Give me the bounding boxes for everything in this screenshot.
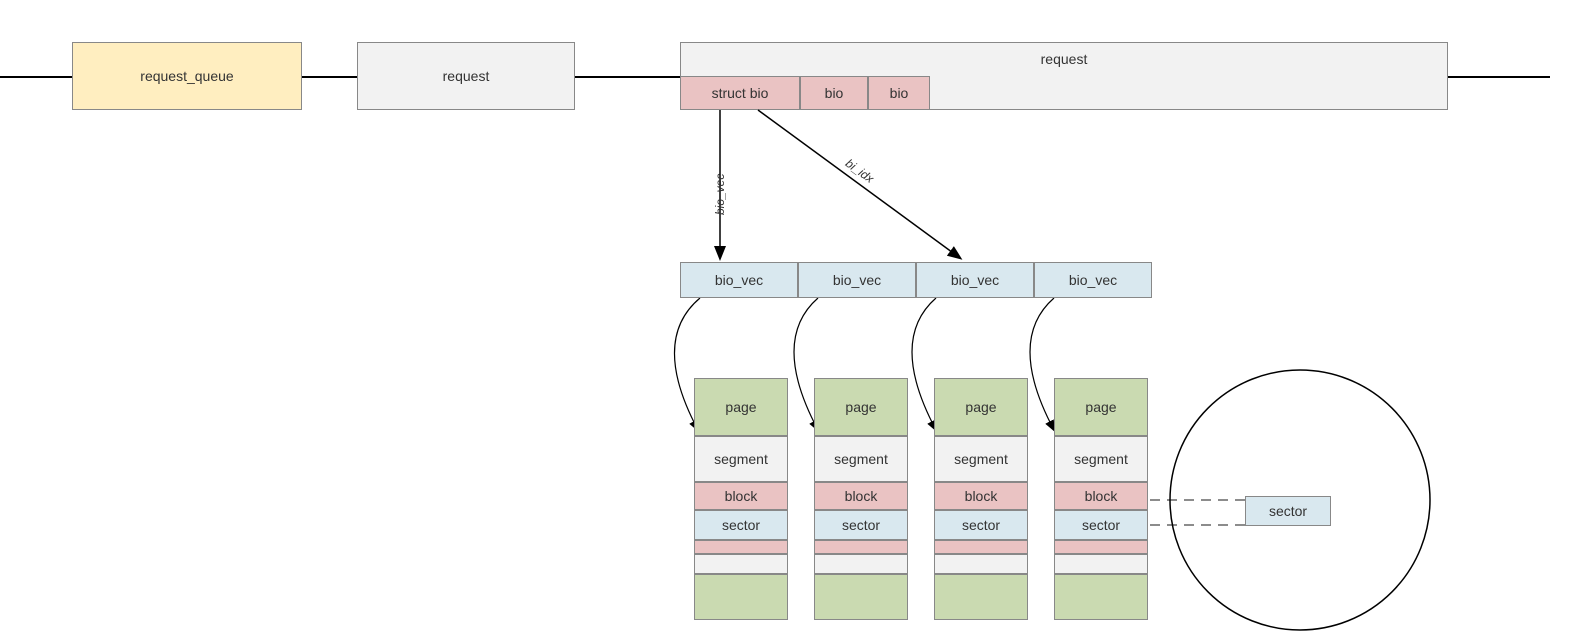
bio-vec-3-label: bio_vec bbox=[951, 272, 999, 288]
sector-box-1: sector bbox=[694, 510, 788, 540]
page-3-label: page bbox=[965, 399, 996, 415]
disk-sector-label: sector bbox=[1269, 503, 1307, 519]
sector-box-4: sector bbox=[1054, 510, 1148, 540]
bio-1-label: bio bbox=[825, 85, 844, 101]
page-box-3: page bbox=[934, 378, 1028, 436]
stripe-pink-2 bbox=[814, 540, 908, 554]
sector-box-2: sector bbox=[814, 510, 908, 540]
bio-vec-4-label: bio_vec bbox=[1069, 272, 1117, 288]
bio-vec-1-label: bio_vec bbox=[715, 272, 763, 288]
bio-vec-box-3: bio_vec bbox=[916, 262, 1034, 298]
block-1-label: block bbox=[725, 488, 758, 504]
stripe-green-4 bbox=[1054, 574, 1148, 620]
request-1-label: request bbox=[443, 68, 490, 84]
stripe-grey-2 bbox=[814, 554, 908, 574]
stripe-grey-3 bbox=[934, 554, 1028, 574]
struct-bio-label: struct bio bbox=[712, 85, 769, 101]
stripe-grey-4 bbox=[1054, 554, 1148, 574]
sector-4-label: sector bbox=[1082, 517, 1120, 533]
segment-3-label: segment bbox=[954, 451, 1008, 467]
page-box-4: page bbox=[1054, 378, 1148, 436]
segment-box-3: segment bbox=[934, 436, 1028, 482]
page-box-2: page bbox=[814, 378, 908, 436]
bio-box-2: bio bbox=[868, 76, 930, 110]
segment-box-1: segment bbox=[694, 436, 788, 482]
bio-vec-box-4: bio_vec bbox=[1034, 262, 1152, 298]
page-box-1: page bbox=[694, 378, 788, 436]
block-3-label: block bbox=[965, 488, 998, 504]
disk-sector-box: sector bbox=[1245, 496, 1331, 526]
stripe-green-3 bbox=[934, 574, 1028, 620]
bio-vec-arrow-label: bio_vec bbox=[713, 174, 727, 215]
stripe-green-1 bbox=[694, 574, 788, 620]
bio-vec-box-1: bio_vec bbox=[680, 262, 798, 298]
page-2-label: page bbox=[845, 399, 876, 415]
sector-3-label: sector bbox=[962, 517, 1000, 533]
segment-box-2: segment bbox=[814, 436, 908, 482]
bio-vec-box-2: bio_vec bbox=[798, 262, 916, 298]
block-2-label: block bbox=[845, 488, 878, 504]
bio-box-1: bio bbox=[800, 76, 868, 110]
request-queue-label: request_queue bbox=[140, 68, 233, 84]
stripe-pink-3 bbox=[934, 540, 1028, 554]
bi-idx-arrow-label: bi_idx bbox=[843, 156, 877, 186]
block-box-3: block bbox=[934, 482, 1028, 510]
sector-2-label: sector bbox=[842, 517, 880, 533]
block-box-1: block bbox=[694, 482, 788, 510]
page-4-label: page bbox=[1085, 399, 1116, 415]
bio-2-label: bio bbox=[890, 85, 909, 101]
segment-4-label: segment bbox=[1074, 451, 1128, 467]
request-2-label: request bbox=[1041, 51, 1088, 67]
segment-2-label: segment bbox=[834, 451, 888, 467]
struct-bio-box: struct bio bbox=[680, 76, 800, 110]
request-box-1: request bbox=[357, 42, 575, 110]
stripe-grey-1 bbox=[694, 554, 788, 574]
stripe-green-2 bbox=[814, 574, 908, 620]
stripe-pink-1 bbox=[694, 540, 788, 554]
segment-box-4: segment bbox=[1054, 436, 1148, 482]
stripe-pink-4 bbox=[1054, 540, 1148, 554]
block-4-label: block bbox=[1085, 488, 1118, 504]
request-queue-box: request_queue bbox=[72, 42, 302, 110]
page-1-label: page bbox=[725, 399, 756, 415]
segment-1-label: segment bbox=[714, 451, 768, 467]
block-box-2: block bbox=[814, 482, 908, 510]
block-box-4: block bbox=[1054, 482, 1148, 510]
sector-box-3: sector bbox=[934, 510, 1028, 540]
sector-1-label: sector bbox=[722, 517, 760, 533]
bio-vec-2-label: bio_vec bbox=[833, 272, 881, 288]
